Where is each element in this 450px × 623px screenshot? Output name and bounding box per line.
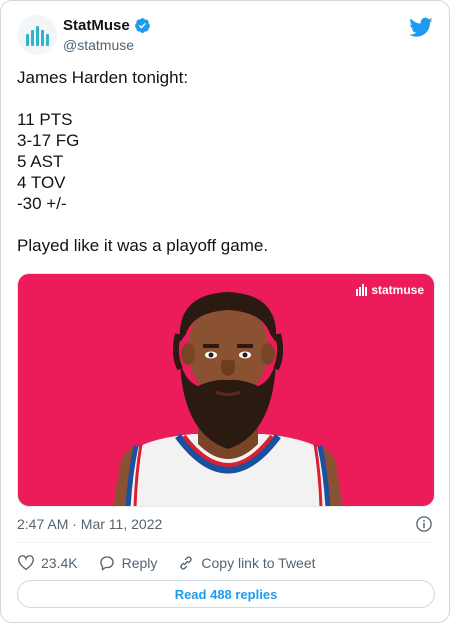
read-replies-button[interactable]: Read 488 replies (17, 580, 435, 608)
tweet-timestamp[interactable]: 2:47 AM · Mar 11, 2022 (17, 516, 162, 532)
reply-bubble-icon (99, 556, 114, 571)
tweet-actions: 23.4K Reply Copy link to Tweet (17, 552, 336, 574)
author-name-row[interactable]: StatMuse (63, 17, 151, 34)
info-icon[interactable] (415, 515, 433, 533)
link-icon (180, 556, 192, 570)
statmuse-watermark: statmuse (356, 283, 424, 297)
statmuse-avatar[interactable] (17, 15, 57, 55)
author-name[interactable]: StatMuse (63, 17, 130, 34)
verified-badge-icon (134, 18, 150, 33)
reply-label: Reply (121, 555, 158, 571)
copy-link-label: Copy link to Tweet (201, 555, 316, 571)
statmuse-logo-icon (356, 284, 368, 296)
tweet-text: James Harden tonight: 11 PTS 3-17 FG 5 A… (17, 68, 269, 255)
author-handle[interactable]: @statmuse (63, 37, 134, 53)
tweet-card: StatMuse @statmuse James Harden tonight:… (0, 0, 450, 623)
reply-button[interactable]: Reply (98, 554, 158, 572)
copy-link-button[interactable]: Copy link to Tweet (177, 554, 316, 572)
like-count: 23.4K (41, 555, 78, 571)
tweet-media-image[interactable]: statmuse (17, 273, 435, 507)
heart-icon (18, 555, 34, 571)
like-button[interactable]: 23.4K (17, 554, 78, 572)
divider (17, 542, 433, 543)
james-harden-illustration (113, 292, 343, 506)
twitter-bird-icon[interactable] (409, 15, 433, 39)
statmuse-watermark-text: statmuse (371, 283, 424, 297)
